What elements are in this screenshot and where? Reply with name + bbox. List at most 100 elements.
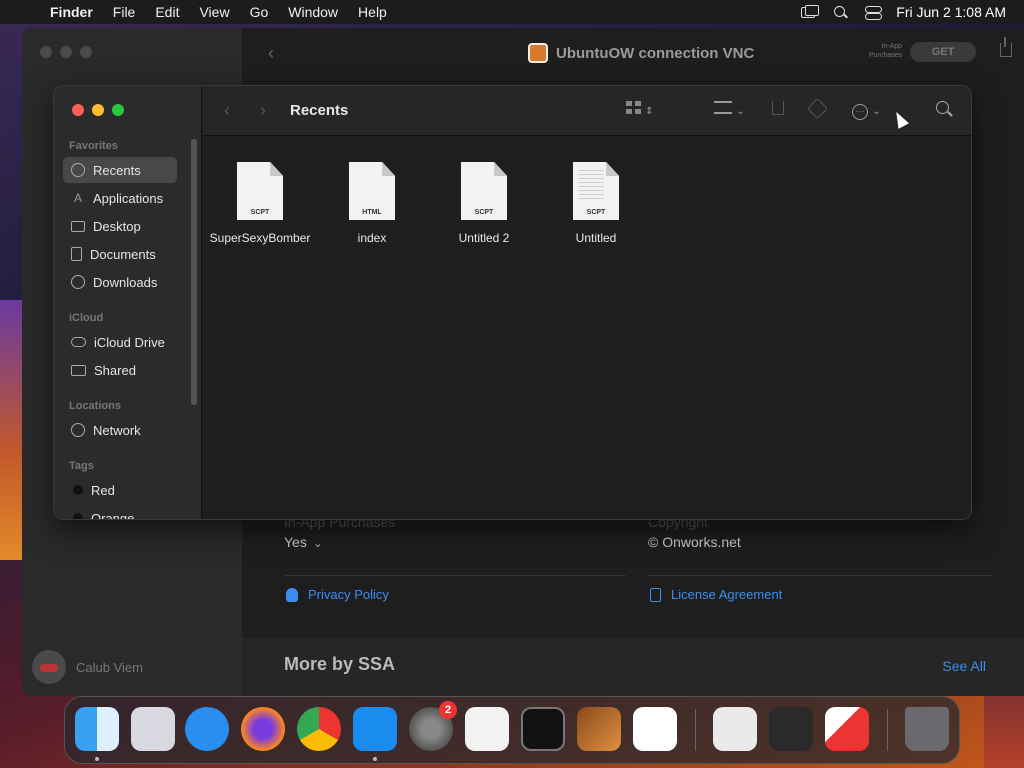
menu-edit[interactable]: Edit — [145, 4, 189, 20]
script-file-icon: SCPT — [461, 162, 507, 220]
app-title: UbuntuOW connection VNC — [528, 43, 754, 63]
app-store-dock-icon[interactable] — [353, 707, 397, 751]
screen-mirroring-icon[interactable] — [800, 5, 820, 19]
forward-chevron-icon[interactable]: › — [260, 100, 266, 121]
garageband-dock-icon[interactable] — [577, 707, 621, 751]
account-button[interactable]: Calub Viem — [32, 650, 143, 684]
sidebar-item-label: Downloads — [93, 274, 158, 290]
sidebar-item-shared[interactable]: Shared — [63, 357, 177, 383]
menu-help[interactable]: Help — [348, 4, 397, 20]
control-center-icon[interactable] — [864, 5, 883, 20]
close-button[interactable] — [72, 104, 84, 116]
menubar-clock[interactable]: Fri Jun 2 1:08 AM — [896, 4, 1006, 20]
divider-left — [284, 575, 626, 576]
menu-bar: Finder File Edit View Go Window Help Fri… — [0, 0, 1024, 24]
finder-dock-icon[interactable] — [75, 707, 119, 751]
copyright-value: © Onworks.net — [648, 534, 741, 550]
ellipsis-icon: ··· — [852, 104, 868, 120]
terminal-dock-icon[interactable] — [521, 707, 565, 751]
file-item[interactable]: HTML index — [316, 162, 428, 246]
dock: 2 — [64, 696, 960, 764]
menu-window[interactable]: Window — [278, 4, 348, 20]
tag-button[interactable] — [806, 97, 829, 120]
clock-icon — [71, 163, 85, 177]
sidebar-item-label: Shared — [94, 362, 136, 378]
license-agreement-link[interactable]: License Agreement — [650, 587, 782, 602]
system-settings-dock-icon[interactable]: 2 — [409, 701, 457, 751]
app-store-header: ‹ UbuntuOW connection VNC — [242, 28, 1024, 78]
sidebar-item-desktop[interactable]: Desktop — [63, 213, 177, 239]
menu-file[interactable]: File — [103, 4, 146, 20]
share-icon[interactable] — [1000, 37, 1012, 57]
back-chevron-icon[interactable]: ‹ — [268, 43, 274, 64]
voice-memos-dock-icon[interactable] — [769, 707, 813, 751]
shared-folder-icon — [71, 364, 86, 376]
view-mode-button[interactable]: ⇕ — [626, 101, 654, 118]
sidebar-item-downloads[interactable]: Downloads — [63, 269, 177, 295]
sidebar-item-documents[interactable]: Documents — [63, 241, 177, 267]
get-button[interactable]: GET — [910, 42, 976, 62]
iap-value[interactable]: Yes ⌄ — [284, 534, 323, 550]
bg-minimize-button[interactable] — [60, 46, 72, 58]
privacy-policy-link[interactable]: Privacy Policy — [286, 587, 389, 602]
tag-dot-icon — [73, 485, 83, 495]
trash-dock-icon[interactable] — [905, 707, 949, 751]
sidebar-item-label: Red — [91, 482, 115, 498]
vnc-app-icon — [528, 43, 548, 63]
notification-badge: 2 — [439, 701, 457, 719]
minimize-button[interactable] — [92, 104, 104, 116]
window-title: Recents — [290, 102, 349, 119]
file-item[interactable]: SCPT SuperSexyBomber — [204, 162, 316, 246]
divider-right — [648, 575, 992, 576]
firefox-dock-icon[interactable] — [241, 707, 285, 751]
share-button[interactable] — [772, 101, 784, 119]
file-item[interactable]: SCPT Untitled 2 — [428, 162, 540, 246]
dock-separator — [887, 709, 888, 751]
sidebar-item-label: Network — [93, 422, 141, 438]
sidebar-item-label: Desktop — [93, 218, 141, 234]
chevron-down-icon: ⌄ — [312, 536, 323, 550]
menu-go[interactable]: Go — [240, 4, 279, 20]
iap-value-text: Yes — [284, 534, 307, 550]
vnc-viewer-dock-icon[interactable] — [825, 707, 869, 751]
group-button[interactable]: ⌄ — [714, 101, 745, 118]
bg-zoom-button[interactable] — [80, 46, 92, 58]
menu-view[interactable]: View — [189, 4, 239, 20]
search-button[interactable] — [936, 101, 949, 118]
sidebar-item-tag-orange[interactable]: Orange — [63, 505, 177, 519]
back-chevron-icon[interactable]: ‹ — [224, 100, 230, 121]
sidebar-item-network[interactable]: Network — [63, 417, 177, 443]
group-icon — [714, 101, 732, 114]
script-editor-dock-icon[interactable] — [713, 707, 757, 751]
action-menu-button[interactable]: ··· ⌄ — [852, 101, 881, 120]
document-icon — [650, 587, 661, 602]
chrome-dock-icon[interactable] — [297, 707, 341, 751]
spotlight-search-icon[interactable] — [832, 5, 850, 19]
more-by-heading: More by SSA — [284, 654, 396, 674]
script-file-icon: SCPT — [573, 162, 619, 220]
see-all-link[interactable]: See All — [942, 658, 986, 674]
file-item[interactable]: SCPT Untitled — [540, 162, 652, 246]
sidebar-item-recents[interactable]: Recents — [63, 157, 177, 183]
textedit-dock-icon[interactable] — [465, 707, 509, 751]
file-name: Untitled — [575, 231, 617, 245]
globe-icon — [71, 423, 85, 437]
tag-icon — [806, 97, 829, 120]
script-file-icon: SCPT — [237, 162, 283, 220]
safari-dock-icon[interactable] — [185, 707, 229, 751]
file-ext: SCPT — [250, 209, 270, 216]
launchpad-dock-icon[interactable] — [131, 707, 175, 751]
zoom-button[interactable] — [112, 104, 124, 116]
vscode-dock-icon[interactable] — [633, 707, 677, 751]
app-title-text: UbuntuOW connection VNC — [556, 44, 755, 62]
dock-separator — [695, 709, 696, 751]
text-lines — [578, 170, 604, 200]
menu-app-name[interactable]: Finder — [40, 4, 103, 20]
running-indicator — [95, 757, 99, 761]
sidebar-item-icloud-drive[interactable]: iCloud Drive — [63, 329, 177, 355]
sidebar-item-tag-red[interactable]: Red — [63, 477, 177, 503]
sidebar-scrollbar[interactable] — [191, 139, 197, 405]
bg-close-button[interactable] — [40, 46, 52, 58]
tags-heading: Tags — [69, 460, 94, 472]
sidebar-item-applications[interactable]: A Applications — [63, 185, 177, 211]
